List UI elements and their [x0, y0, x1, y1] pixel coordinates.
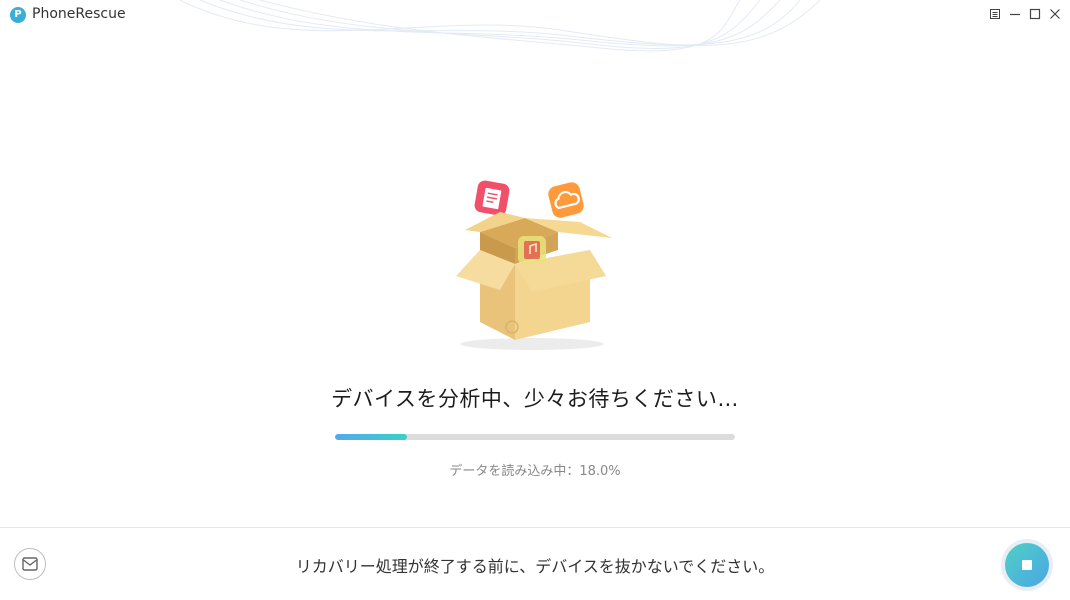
notes-app-icon: [474, 180, 510, 216]
progress-fill: [335, 434, 407, 440]
stop-button[interactable]: [1001, 539, 1053, 591]
disconnect-warning: リカバリー処理が終了する前に、デバイスを抜かないでください。: [295, 557, 775, 576]
minimize-icon[interactable]: [1007, 6, 1023, 22]
analysis-progress-bar: [335, 434, 735, 440]
stop-icon: [1022, 560, 1032, 570]
app-title: PhoneRescue: [32, 6, 126, 22]
app-logo-icon: P: [10, 7, 26, 23]
analysis-status-title: デバイスを分析中、少々お待ちください…: [331, 387, 739, 411]
maximize-icon[interactable]: [1027, 6, 1043, 22]
title-bar: P PhoneRescue: [0, 0, 1070, 30]
close-icon[interactable]: [1047, 6, 1063, 22]
menu-icon[interactable]: [987, 6, 1003, 22]
stop-button-inner[interactable]: [1005, 543, 1049, 587]
box-icon: [456, 212, 612, 340]
analysis-illustration: [440, 172, 630, 362]
cloud-app-icon: [548, 182, 584, 218]
footer-divider: [0, 527, 1070, 528]
loading-status-text: データを読み込み中：18.0%: [449, 464, 621, 479]
